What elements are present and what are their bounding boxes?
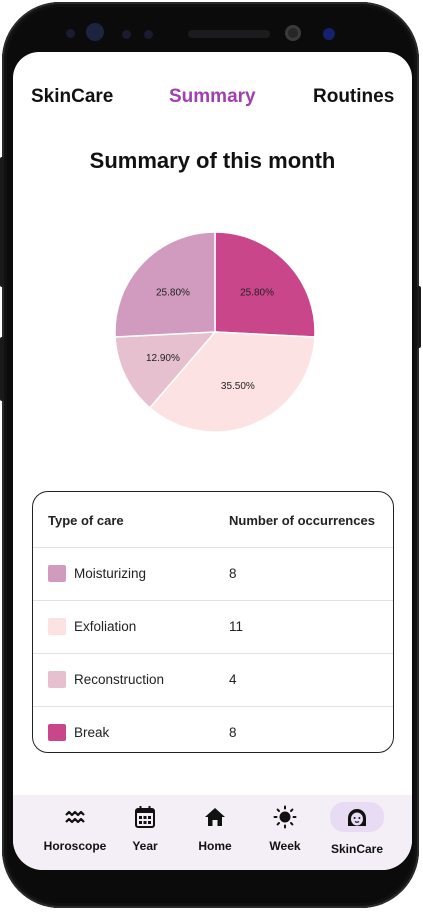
pie-slice-break <box>214 231 316 338</box>
occurrence-count: 4 <box>229 672 237 687</box>
pie-label: 35.50% <box>221 381 255 392</box>
sun-icon <box>273 805 297 829</box>
camera-lens-icon <box>323 28 335 40</box>
aquarius-icon <box>65 810 85 824</box>
phone-frame: SkinCare Summary Routines Summary of thi… <box>0 2 421 908</box>
pie-slice-moisturizing <box>114 231 216 338</box>
tab-skincare[interactable]: SkinCare <box>31 86 113 108</box>
nav-horoscope[interactable]: Horoscope <box>40 805 110 853</box>
care-type: Exfoliation <box>74 619 137 634</box>
iris-scanner-icon <box>86 23 104 41</box>
sensor-dot-icon <box>144 30 153 39</box>
power-button <box>0 157 4 287</box>
care-type: Moisturizing <box>74 566 147 581</box>
header-type-of-care: Type of care <box>48 513 124 528</box>
nav-label: SkinCare <box>330 842 384 856</box>
face-icon <box>330 802 384 832</box>
color-swatch <box>48 671 66 688</box>
header-number-of-occurrences: Number of occurrences <box>229 513 375 528</box>
front-camera-icon <box>285 25 301 41</box>
nav-label: Year <box>132 839 158 853</box>
pie-chart: 25.80% 35.50% 12.90% 25.80% <box>114 231 316 433</box>
nav-year[interactable]: Year <box>110 805 180 853</box>
table-row: Moisturizing 8 <box>33 548 393 601</box>
pie-label: 12.90% <box>146 353 180 364</box>
nav-skincare[interactable]: SkinCare <box>322 802 392 856</box>
nav-home[interactable]: Home <box>180 805 250 853</box>
home-icon <box>205 808 225 826</box>
color-swatch <box>48 565 66 582</box>
bottom-navigation: Horoscope Year Home Week SkinCare <box>13 795 412 870</box>
summary-table: Type of care Number of occurrences Moist… <box>32 491 394 753</box>
nav-label: Horoscope <box>43 839 107 853</box>
nav-label: Week <box>269 839 301 853</box>
tab-routines[interactable]: Routines <box>313 86 394 108</box>
occurrence-count: 8 <box>229 725 237 740</box>
volume-button <box>0 337 4 401</box>
bixby-button <box>417 286 421 348</box>
care-type: Break <box>74 725 110 740</box>
earpiece-speaker <box>188 30 270 38</box>
table-row: Reconstruction 4 <box>33 654 393 707</box>
table-row: Break 8 <box>33 707 393 752</box>
app-screen: SkinCare Summary Routines Summary of thi… <box>13 52 412 870</box>
care-type: Reconstruction <box>74 672 165 687</box>
sensor-dot-icon <box>122 30 131 39</box>
table-header: Type of care Number of occurrences <box>33 492 393 548</box>
page-title: Summary of this month <box>89 148 336 173</box>
front-sensor-icon <box>66 29 75 38</box>
occurrence-count: 11 <box>229 619 244 634</box>
calendar-icon <box>135 806 155 828</box>
color-swatch <box>48 724 66 741</box>
nav-week[interactable]: Week <box>250 805 320 853</box>
color-swatch <box>48 618 66 635</box>
occurrence-count: 8 <box>229 566 237 581</box>
top-tabs: SkinCare Summary Routines <box>13 86 412 116</box>
tab-summary[interactable]: Summary <box>169 86 256 108</box>
table-row: Exfoliation 11 <box>33 601 393 654</box>
nav-label: Home <box>198 839 232 853</box>
pie-label: 25.80% <box>156 288 190 299</box>
pie-label: 25.80% <box>240 288 274 299</box>
